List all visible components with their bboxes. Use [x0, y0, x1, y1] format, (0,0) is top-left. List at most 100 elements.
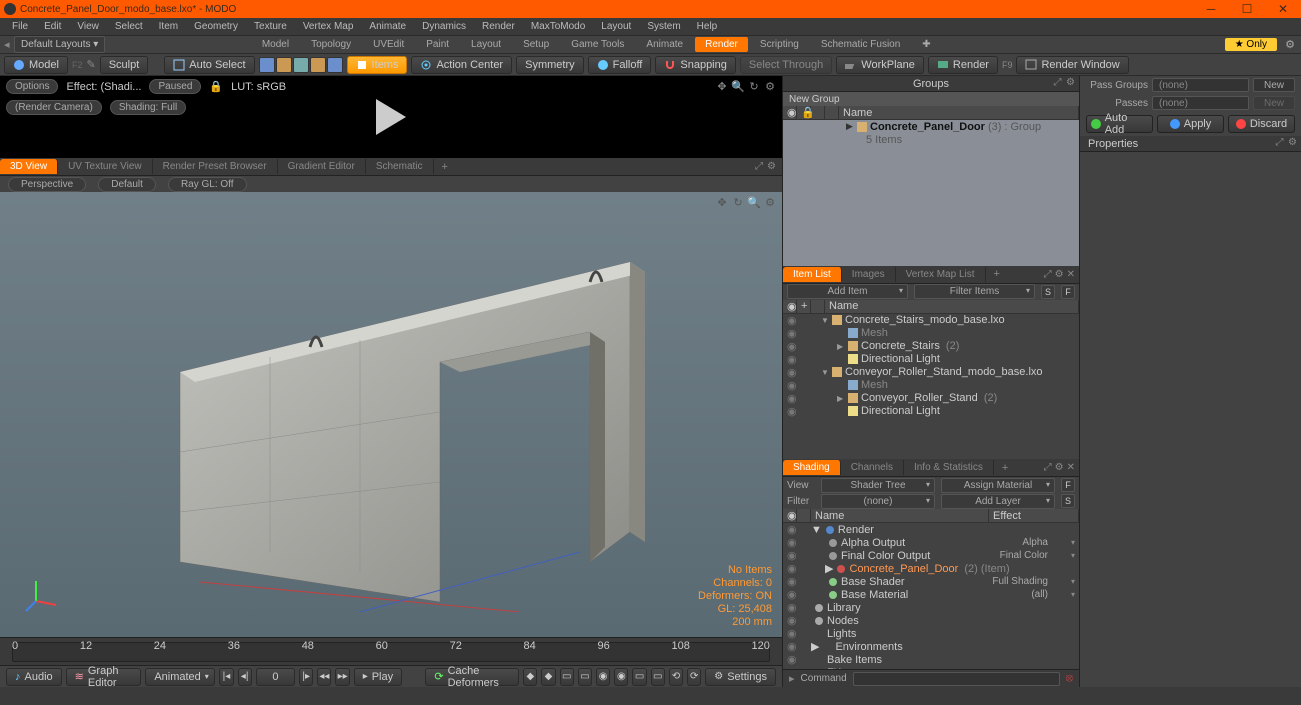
viewtab-detach-icon[interactable]: ⤢ [755, 161, 763, 172]
default-layouts-dropdown[interactable]: Default Layouts ▾ [14, 36, 105, 53]
preview-play-icon[interactable] [376, 99, 406, 135]
key-icon-7[interactable]: ▭ [632, 668, 646, 686]
menu-file[interactable]: File [4, 19, 36, 34]
close-button[interactable]: ✕ [1265, 0, 1301, 18]
tab-schematic-fusion[interactable]: Schematic Fusion [811, 37, 910, 52]
menu-maxtomodo[interactable]: MaxToModo [523, 19, 593, 34]
shadingtab-channels[interactable]: Channels [841, 460, 904, 475]
axis-gizmo[interactable] [24, 577, 60, 613]
item-row[interactable]: ◉Mesh [783, 379, 1079, 392]
mode-button[interactable]: Model [4, 56, 68, 74]
discard-button[interactable]: Discard [1228, 115, 1295, 133]
timeline[interactable]: 0 12 24 36 48 60 72 84 96 108 120 [0, 637, 782, 665]
sculpt-button[interactable]: Sculpt [100, 56, 149, 74]
step-fwd-icon[interactable]: |▸ [299, 668, 313, 686]
groups-gear-icon[interactable]: ⚙ [1065, 77, 1076, 88]
itemtab-vertexmap[interactable]: Vertex Map List [896, 267, 986, 282]
shading-close-icon[interactable]: ✕ [1067, 462, 1075, 473]
preview-options[interactable]: Options [6, 79, 58, 94]
shader-row[interactable]: ◉Final Color OutputFinal Color▾ [783, 549, 1079, 562]
preview-zoom-icon[interactable]: 🔍 [732, 80, 744, 92]
cache-deformers-button[interactable]: ⟳Cache Deformers [425, 668, 519, 686]
item-mode-icon[interactable] [327, 57, 343, 73]
only-toggle[interactable]: ★ Only [1225, 38, 1277, 51]
symmetry-button[interactable]: Symmetry [516, 56, 584, 74]
add-item-dropdown[interactable]: Add Item [787, 284, 908, 299]
item-row[interactable]: ◉▼Conveyor_Roller_Stand_modo_base.lxo [783, 366, 1079, 379]
zoom-icon[interactable]: 🔍 [748, 196, 760, 208]
preview-gear-icon[interactable]: ⚙ [764, 80, 776, 92]
key-icon-10[interactable]: ⟳ [687, 668, 701, 686]
filter-f-button[interactable]: F [1061, 285, 1075, 299]
apply-button[interactable]: Apply [1157, 115, 1224, 133]
preview-refresh-icon[interactable]: ↻ [748, 80, 760, 92]
command-stop-icon[interactable]: ⦻ [1066, 672, 1073, 685]
menu-geometry[interactable]: Geometry [186, 19, 246, 34]
item-row[interactable]: ◉▼Concrete_Stairs_modo_base.lxo [783, 314, 1079, 327]
poly-mode-icon[interactable] [293, 57, 309, 73]
shader-tree[interactable]: ◉▼Render◉Alpha OutputAlpha▾◉Final Color … [783, 523, 1079, 669]
shading-s-button[interactable]: S [1061, 494, 1075, 508]
menu-item[interactable]: Item [151, 19, 186, 34]
lock-icon[interactable]: 🔒 [797, 106, 811, 119]
current-frame[interactable]: 0 [256, 668, 295, 686]
preview-lut[interactable]: LUT: sRGB [231, 81, 286, 93]
shader-row[interactable]: ◉Base Material(all)▾ [783, 588, 1079, 601]
shader-row[interactable]: ◉▶Environments [783, 640, 1079, 653]
command-input[interactable] [853, 672, 1060, 686]
tab-gametools[interactable]: Game Tools [561, 37, 634, 52]
key-icon-1[interactable]: ◆ [523, 668, 537, 686]
shader-row[interactable]: ◉Alpha OutputAlpha▾ [783, 536, 1079, 549]
key-icon-5[interactable]: ◉ [596, 668, 610, 686]
itemtab-add[interactable]: + [986, 266, 1008, 282]
tab-topology[interactable]: Topology [301, 37, 361, 52]
tab-add[interactable]: ✚ [912, 37, 940, 52]
rotate-icon[interactable]: ↻ [732, 196, 744, 208]
workplane-button[interactable]: WorkPlane [836, 56, 924, 74]
shadingtab-add[interactable]: + [994, 460, 1016, 476]
edit-pencil-icon[interactable]: ✎ [86, 58, 95, 71]
command-run-icon[interactable]: ▸ [789, 672, 795, 685]
vis-icon[interactable]: ◉ [783, 300, 797, 313]
minimize-button[interactable]: ─ [1193, 0, 1229, 18]
shading-f-button[interactable]: F [1061, 478, 1075, 492]
menu-dynamics[interactable]: Dynamics [414, 19, 474, 34]
tab-setup[interactable]: Setup [513, 37, 559, 52]
settings-button[interactable]: ⚙ Settings [705, 668, 776, 686]
menu-vertexmap[interactable]: Vertex Map [295, 19, 362, 34]
tab-animate[interactable]: Animate [636, 37, 693, 52]
tab-uvedit[interactable]: UVEdit [363, 37, 414, 52]
item-row[interactable]: ◉Directional Light [783, 405, 1079, 418]
step-back-icon[interactable]: ◂| [238, 668, 252, 686]
menu-edit[interactable]: Edit [36, 19, 69, 34]
groups-tree[interactable]: ▶ Concrete_Panel_Door (3) : Group 5 Item… [783, 120, 1079, 266]
menu-select[interactable]: Select [107, 19, 151, 34]
shading-gear-icon[interactable]: ⚙ [1055, 462, 1064, 473]
select-through-button[interactable]: Select Through [740, 56, 832, 74]
preview-shading[interactable]: Shading: Full [110, 100, 186, 115]
snapping-button[interactable]: Snapping [655, 56, 736, 74]
viewport-default[interactable]: Default [98, 177, 156, 192]
orbit-icon[interactable]: ✥ [716, 196, 728, 208]
shader-row[interactable]: ◉Bake Items [783, 653, 1079, 666]
filter-items-dropdown[interactable]: Filter Items [914, 284, 1035, 299]
material-mode-icon[interactable] [310, 57, 326, 73]
group-items-row[interactable]: 5 Items [783, 133, 1079, 146]
itemlist-gear-icon[interactable]: ⚙ [1055, 269, 1064, 280]
viewtab-gear-icon[interactable]: ⚙ [767, 161, 776, 172]
preview-move-icon[interactable]: ✥ [716, 80, 728, 92]
action-center-button[interactable]: Action Center [411, 56, 512, 74]
goto-first-icon[interactable]: |◂ [219, 668, 233, 686]
shadingtab-info[interactable]: Info & Statistics [904, 460, 994, 475]
animated-dropdown[interactable]: Animated▾ [145, 668, 215, 686]
itemtab-images[interactable]: Images [842, 267, 896, 282]
add-icon[interactable]: + [797, 300, 811, 313]
key-icon-9[interactable]: ⟲ [669, 668, 683, 686]
edge-mode-icon[interactable] [276, 57, 292, 73]
audio-button[interactable]: ♪Audio [6, 668, 62, 686]
shader-row[interactable]: ◉▶Concrete_Panel_Door (2) (Item) [783, 562, 1079, 575]
viewtab-3dview[interactable]: 3D View [0, 159, 58, 174]
layout-prev-icon[interactable]: ◂ [4, 38, 14, 51]
key-icon-8[interactable]: ▭ [651, 668, 665, 686]
menu-help[interactable]: Help [689, 19, 726, 34]
